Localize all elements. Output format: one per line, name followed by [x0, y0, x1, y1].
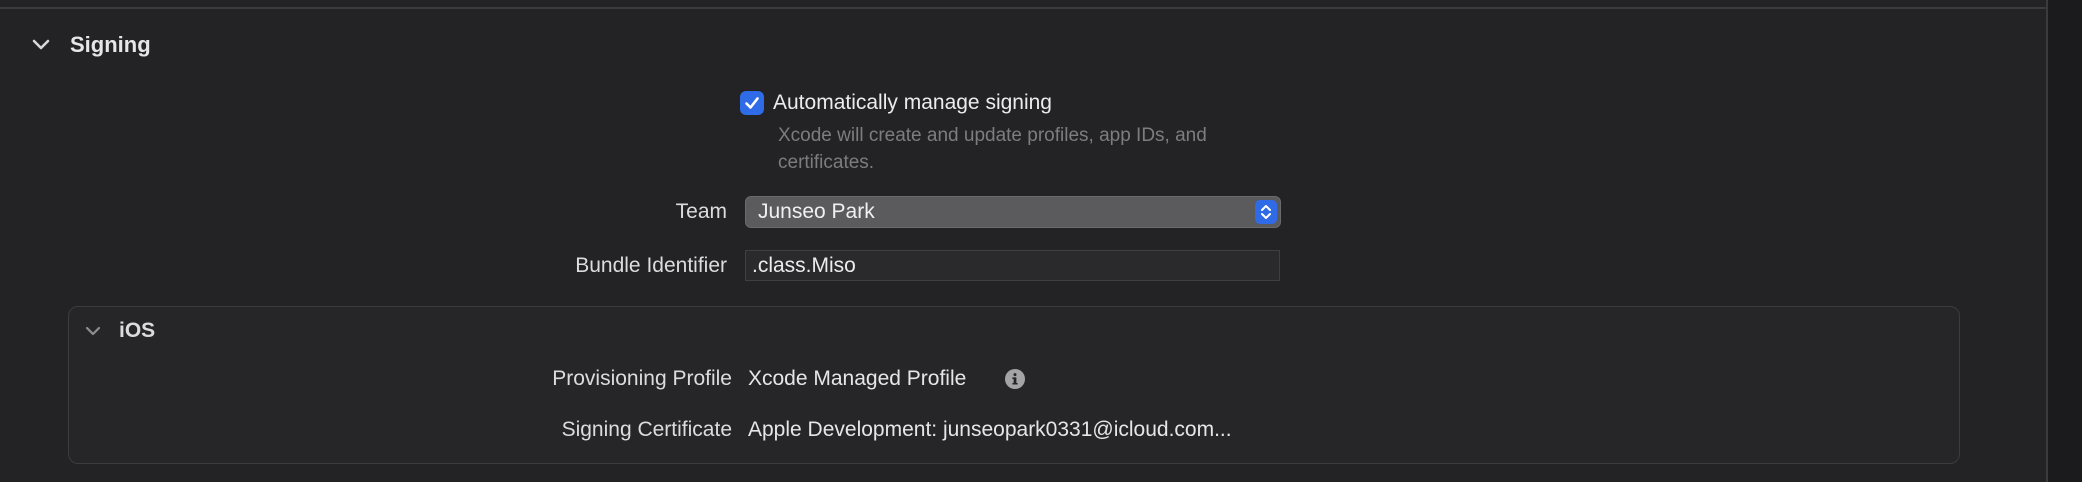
- signing-settings-panel: Signing Automatically manage signing Xco…: [0, 0, 2082, 482]
- chevron-down-icon[interactable]: [30, 34, 52, 56]
- bundle-identifier-label: Bundle Identifier: [575, 254, 727, 277]
- auto-manage-signing-checkbox[interactable]: [740, 91, 764, 115]
- up-down-chevron-icon: [1255, 200, 1277, 224]
- auto-manage-signing-label[interactable]: Automatically manage signing: [773, 89, 1052, 117]
- top-divider: [0, 7, 2046, 9]
- provisioning-profile-label: Provisioning Profile: [552, 367, 732, 390]
- signing-certificate-label: Signing Certificate: [561, 418, 732, 441]
- ios-subsection-title: iOS: [119, 319, 156, 342]
- team-label: Team: [675, 200, 727, 223]
- chevron-down-icon[interactable]: [83, 321, 103, 341]
- team-popup-value: Junseo Park: [758, 200, 875, 223]
- auto-manage-helper-text: Xcode will create and update profiles, a…: [778, 125, 1207, 173]
- signing-certificate-value: Apple Development: junseopark0331@icloud…: [748, 418, 1232, 441]
- bundle-identifier-field-container: [745, 250, 1280, 281]
- bundle-identifier-field[interactable]: [746, 251, 1279, 280]
- info-icon[interactable]: [1005, 369, 1025, 389]
- right-pane-edge: [2046, 0, 2082, 482]
- section-title-signing: Signing: [70, 32, 151, 57]
- provisioning-profile-value: Xcode Managed Profile: [748, 367, 967, 390]
- checkmark-icon: [745, 97, 759, 109]
- team-popup-button[interactable]: Junseo Park: [745, 196, 1281, 228]
